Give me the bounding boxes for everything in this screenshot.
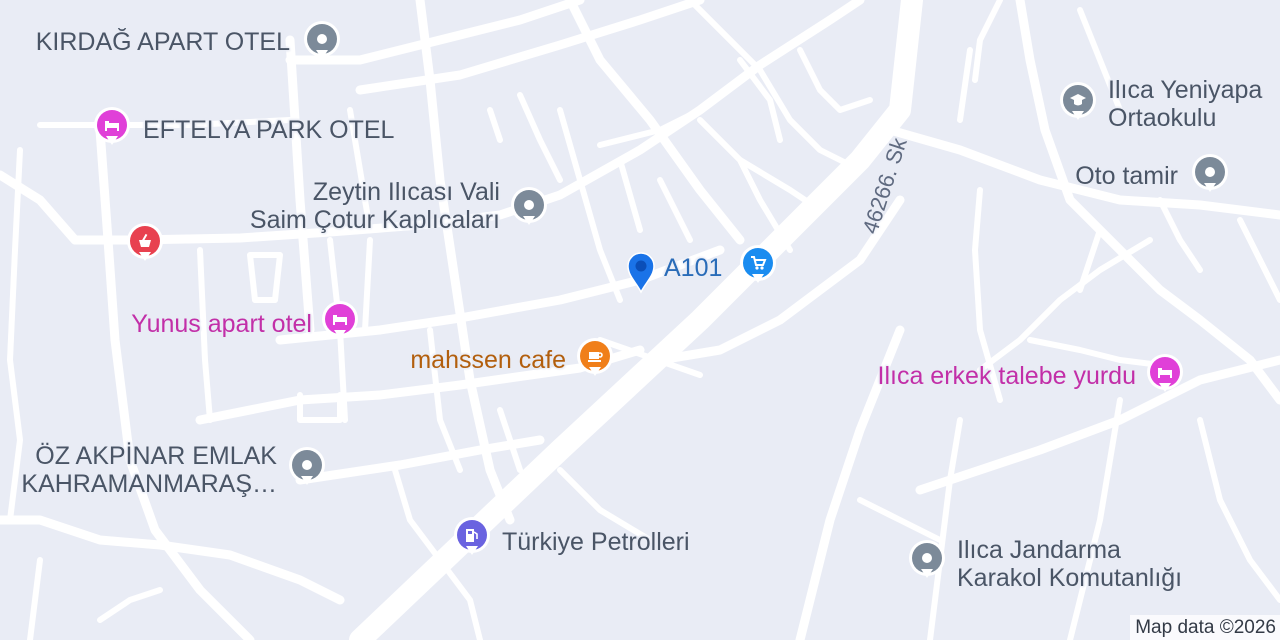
generic-pin-icon[interactable] [307, 24, 337, 59]
poi-label: KIRDAĞ APART OTEL [35, 28, 290, 56]
fuel-pump-icon[interactable] [457, 520, 487, 555]
poi-label: ÖZ AKPİNAR EMLAK KAHRAMANMARAŞ… [21, 442, 277, 498]
poi-label: mahssen cafe [410, 346, 566, 374]
bed-icon[interactable] [97, 110, 127, 145]
poi-label: Yunus apart otel [131, 310, 312, 338]
poi-label: Türkiye Petrolleri [502, 528, 690, 556]
map-attribution[interactable]: Map data ©2026 [1130, 615, 1280, 640]
shopping-cart-icon[interactable] [743, 248, 773, 283]
generic-pin-icon[interactable] [912, 543, 942, 578]
bed-icon[interactable] [325, 304, 355, 339]
location-marker-icon[interactable] [614, 246, 668, 294]
poi-label: A101 [664, 254, 723, 282]
poi-label: Ilıca Yeniyapa Ortaokulu [1108, 76, 1263, 132]
mortar-pestle-icon[interactable] [130, 226, 160, 261]
generic-pin-icon[interactable] [514, 190, 544, 225]
poi-label: Ilıca Jandarma Karakol Komutanlığı [957, 536, 1183, 592]
coffee-cup-icon[interactable] [580, 341, 610, 376]
graduation-cap-icon[interactable] [1063, 85, 1093, 120]
map-view[interactable]: 46266. Sk KIRDAĞ APART OTEL EFTELYA PARK… [0, 0, 1280, 640]
poi-label: Oto tamir [1075, 162, 1178, 190]
poi-label: EFTELYA PARK OTEL [143, 116, 395, 144]
poi-label: Ilıca erkek talebe yurdu [877, 362, 1136, 390]
bed-icon[interactable] [1150, 357, 1180, 392]
generic-pin-icon[interactable] [1195, 157, 1225, 192]
generic-pin-icon[interactable] [292, 450, 322, 485]
poi-label: Zeytin Ilıcası Vali Saim Çotur Kaplıcala… [249, 178, 500, 234]
